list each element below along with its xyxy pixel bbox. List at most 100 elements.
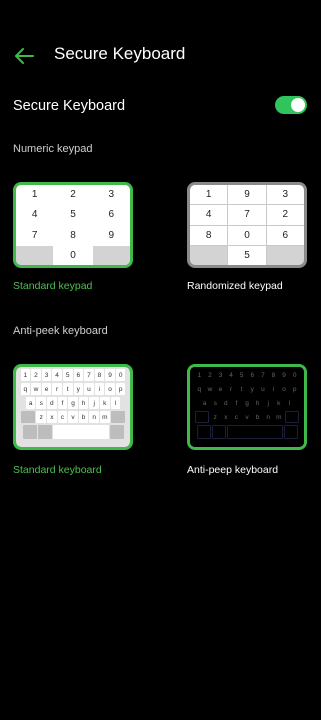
- keyboard-key: n: [263, 411, 273, 423]
- keyboard-key: p: [289, 383, 300, 395]
- keyboard-key: 5: [62, 369, 73, 381]
- keyboard-key: y: [247, 383, 258, 395]
- keypad-key-blank: [190, 245, 228, 265]
- keypad-key: 1: [16, 185, 54, 205]
- keyboard-key: w: [205, 383, 215, 395]
- back-arrow-icon[interactable]: [12, 44, 36, 68]
- keyboard-key: h: [252, 397, 263, 409]
- keyboard-key: z: [210, 411, 221, 423]
- keyboard-key: q: [194, 383, 205, 395]
- space-key: [226, 425, 283, 439]
- keypad-key: 2: [266, 205, 304, 225]
- keyboard-key: 3: [41, 369, 52, 381]
- keyboard-key: v: [242, 411, 252, 423]
- keyboard-key: 8: [268, 369, 279, 381]
- keypad-key: 7: [228, 205, 266, 225]
- randomized-keypad-option[interactable]: 1 9 3 4 7 2 8 0 6 5: [187, 182, 307, 268]
- keyboard-key: 7: [84, 369, 94, 381]
- numeric-keypad-heading: Numeric keypad: [13, 143, 93, 155]
- delete-key: [284, 411, 299, 423]
- done-key: [283, 425, 298, 439]
- keyboard-key: j: [263, 397, 273, 409]
- keyboard-key: i: [94, 383, 105, 395]
- header: Secure Keyboard: [0, 36, 321, 76]
- shift-key: [21, 411, 36, 423]
- standard-keyboard-option[interactable]: 1 2 3 4 5 6 7 8 9 0 q w e r t y u i o p …: [13, 364, 133, 450]
- keyboard-key: a: [199, 397, 210, 409]
- space-key: [52, 425, 109, 439]
- keyboard-key: k: [99, 397, 110, 409]
- keyboard-key: g: [242, 397, 252, 409]
- symbol-key: [22, 425, 37, 439]
- keyboard-key: 1: [194, 369, 205, 381]
- secure-keyboard-row[interactable]: Secure Keyboard: [13, 94, 309, 120]
- keypad-key: 8: [54, 225, 92, 245]
- standard-keypad-preview: 1 2 3 4 5 6 7 8 9 0: [16, 185, 130, 265]
- keyboard-key: x: [47, 411, 57, 423]
- keyboard-key: 8: [94, 369, 105, 381]
- language-key: [37, 425, 52, 439]
- keyboard-key: v: [68, 411, 78, 423]
- keyboard-key: p: [115, 383, 126, 395]
- keypad-key-blank: [16, 245, 54, 265]
- keyboard-row: 1 2 3 4 5 6 7 8 9 0: [191, 369, 303, 381]
- keypad-key: 5: [228, 245, 266, 265]
- keypad-key-blank: [266, 245, 304, 265]
- anti-peep-keyboard-option[interactable]: 1 2 3 4 5 6 7 8 9 0 q w e r t y u i o p …: [187, 364, 307, 450]
- keyboard-key: k: [273, 397, 284, 409]
- keypad-key: 5: [54, 205, 92, 225]
- keypad-key: 3: [92, 185, 130, 205]
- keyboard-key: s: [36, 397, 47, 409]
- keyboard-key: 2: [31, 369, 41, 381]
- keyboard-key: l: [284, 397, 295, 409]
- secure-keyboard-toggle[interactable]: [275, 96, 307, 114]
- keyboard-key: e: [41, 383, 52, 395]
- keyboard-key: n: [89, 411, 99, 423]
- keyboard-row: z x c v b n m: [17, 411, 129, 423]
- standard-keypad-option[interactable]: 1 2 3 4 5 6 7 8 9 0: [13, 182, 133, 268]
- standard-keypad-caption[interactable]: Standard keypad: [13, 280, 92, 292]
- randomized-keypad-caption[interactable]: Randomized keypad: [187, 280, 283, 292]
- keyboard-row: q w e r t y u i o p: [191, 383, 303, 395]
- keyboard-key: b: [252, 411, 263, 423]
- secure-keyboard-label: Secure Keyboard: [13, 98, 126, 114]
- keyboard-key: s: [210, 397, 221, 409]
- keyboard-row: q w e r t y u i o p: [17, 383, 129, 395]
- keyboard-key: d: [47, 397, 57, 409]
- keyboard-key: 9: [105, 369, 115, 381]
- keyboard-key: 3: [215, 369, 226, 381]
- keyboard-key: 4: [226, 369, 236, 381]
- keyboard-key: j: [89, 397, 99, 409]
- keyboard-row: [17, 425, 129, 439]
- keypad-key: 0: [54, 245, 92, 265]
- keypad-key-blank: [92, 245, 130, 265]
- keyboard-row: a s d f g h j k l: [17, 397, 129, 409]
- keyboard-key: c: [57, 411, 68, 423]
- standard-keyboard-caption[interactable]: Standard keyboard: [13, 464, 102, 476]
- keyboard-key: q: [20, 383, 31, 395]
- keyboard-key: 2: [205, 369, 215, 381]
- anti-peep-keyboard-preview: 1 2 3 4 5 6 7 8 9 0 q w e r t y u i o p …: [190, 367, 304, 447]
- keyboard-key: 7: [258, 369, 268, 381]
- keyboard-key: y: [73, 383, 84, 395]
- keypad-key: 8: [190, 225, 228, 245]
- keyboard-key: d: [221, 397, 231, 409]
- delete-key: [110, 411, 125, 423]
- keyboard-key: u: [258, 383, 268, 395]
- keyboard-key: t: [62, 383, 73, 395]
- keyboard-key: a: [25, 397, 36, 409]
- keyboard-row: 1 2 3 4 5 6 7 8 9 0: [17, 369, 129, 381]
- keyboard-key: e: [215, 383, 226, 395]
- keypad-key: 2: [54, 185, 92, 205]
- keyboard-key: i: [268, 383, 279, 395]
- toggle-knob: [291, 98, 305, 112]
- keyboard-key: t: [236, 383, 247, 395]
- anti-peep-keyboard-caption[interactable]: Anti-peep keyboard: [187, 464, 278, 476]
- keyboard-key: 0: [115, 369, 126, 381]
- keypad-key: 6: [266, 225, 304, 245]
- keyboard-key: 6: [73, 369, 84, 381]
- keyboard-key: z: [36, 411, 47, 423]
- keyboard-key: 9: [279, 369, 289, 381]
- keyboard-row: z x c v b n m: [191, 411, 303, 423]
- keyboard-key: x: [221, 411, 231, 423]
